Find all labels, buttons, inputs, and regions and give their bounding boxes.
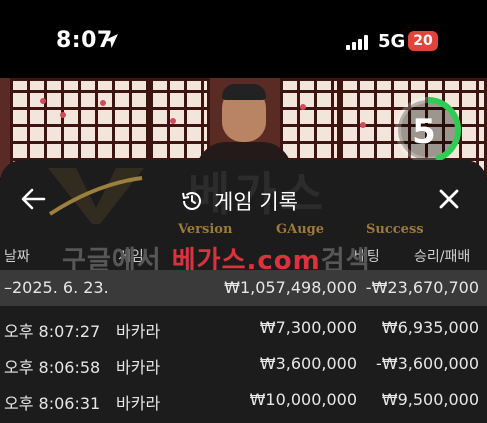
watermark-tag: Version	[178, 222, 233, 237]
row-game: 바카라	[116, 358, 161, 377]
row-bet: ₩7,300,000	[259, 318, 357, 337]
watermark-tag: GAuge	[276, 222, 325, 237]
row-time: 오후 8:06:31	[4, 394, 101, 413]
table-row[interactable]: 오후 8:06:58 바카라 ₩3,600,000 -₩3,600,000	[0, 346, 487, 382]
summary-result: -₩23,670,700	[365, 278, 479, 297]
column-header-result: 승리/패배	[414, 249, 471, 265]
table-row[interactable]: 오후 8:07:27 바카라 ₩7,300,000 ₩6,935,000	[0, 310, 487, 346]
back-arrow-icon[interactable]	[20, 188, 46, 210]
battery-badge: 20	[408, 31, 438, 51]
row-result: ₩9,500,000	[381, 390, 479, 409]
row-game: 바카라	[116, 322, 161, 341]
network-type: 5G	[378, 31, 406, 52]
game-history-panel: 베가스 Version GAuge Success 게임 기록 날짜 게임 베팅…	[0, 160, 487, 423]
row-game: 바카라	[116, 394, 161, 413]
row-time: 오후 8:07:27	[4, 322, 101, 341]
row-result: ₩6,935,000	[381, 318, 479, 337]
history-clock-icon	[182, 192, 201, 210]
column-header-date: 날짜	[4, 249, 30, 265]
row-bet: ₩10,000,000	[249, 390, 357, 409]
summary-bet: ₩1,057,498,000	[224, 278, 357, 297]
status-bar: 8:07 5G 20	[0, 0, 487, 78]
cellular-signal-icon	[346, 34, 372, 50]
panel-title: 게임 기록	[214, 190, 298, 214]
summary-date: –2025. 6. 23.	[4, 278, 109, 297]
watermark-logo	[48, 168, 144, 224]
panel-header: 게임 기록	[180, 186, 298, 216]
row-bet: ₩3,600,000	[259, 354, 357, 373]
location-arrow-icon	[104, 34, 118, 48]
close-icon[interactable]	[438, 188, 460, 210]
table-row[interactable]: 오후 8:06:31 바카라 ₩10,000,000 ₩9,500,000	[0, 382, 487, 418]
countdown-timer: 5	[412, 112, 436, 152]
daily-summary-row[interactable]: –2025. 6. 23. ₩1,057,498,000 -₩23,670,70…	[0, 270, 487, 306]
row-result: -₩3,600,000	[375, 354, 479, 373]
row-time: 오후 8:06:58	[4, 358, 101, 377]
watermark-tag: Success	[366, 222, 424, 237]
